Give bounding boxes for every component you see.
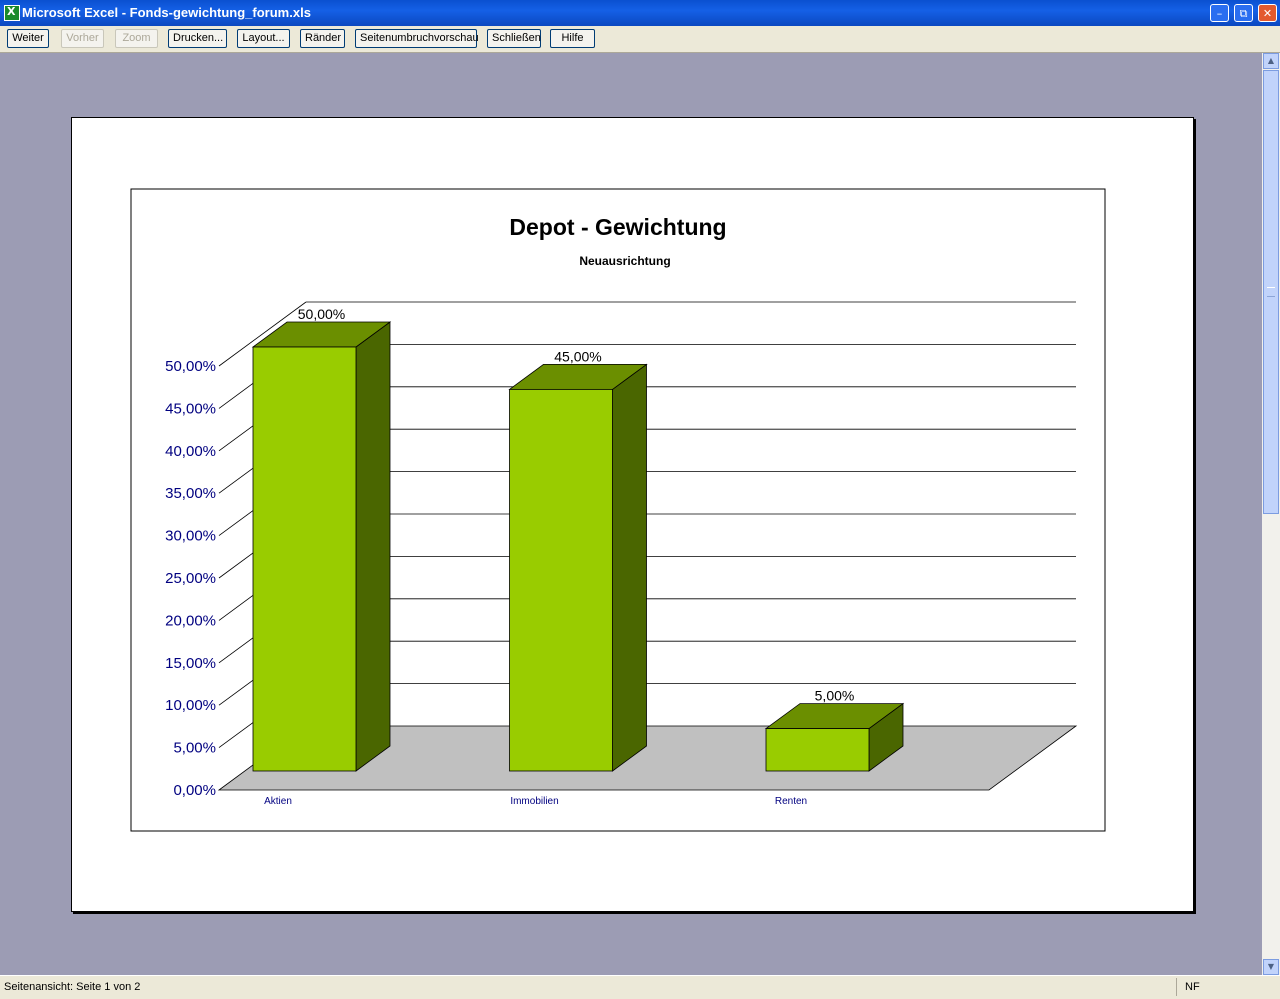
chart: Depot - Gewichtung Neuausrichtung 0,00% 5… <box>130 188 1106 832</box>
vertical-scrollbar[interactable]: ▲ ▼ <box>1262 53 1280 975</box>
bar <box>509 388 613 772</box>
minimize-button[interactable]: – <box>1210 4 1229 22</box>
bar-side <box>355 321 391 772</box>
title-bar: X Microsoft Excel - Fonds-gewichtung_for… <box>0 0 1280 26</box>
scroll-thumb[interactable] <box>1263 70 1279 514</box>
help-button[interactable]: Hilfe <box>550 29 595 48</box>
y-tick-label: 30,00% <box>165 528 216 545</box>
page-break-preview-button[interactable]: Seitenumbruchvorschau <box>355 29 479 48</box>
y-tick-label: 25,00% <box>165 570 216 587</box>
preview-page: Depot - Gewichtung Neuausrichtung 0,00% 5… <box>71 117 1194 912</box>
x-tick-label: Renten <box>775 796 807 807</box>
bar <box>252 346 357 772</box>
chart-title: Depot - Gewichtung <box>509 214 726 240</box>
window-title: Microsoft Excel - Fonds-gewichtung_forum… <box>22 5 311 20</box>
layout-button[interactable]: Layout... <box>237 29 290 48</box>
status-divider <box>1176 978 1177 996</box>
status-bar: Seitenansicht: Seite 1 von 2 NF <box>0 975 1280 999</box>
y-tick-label: 15,00% <box>165 655 216 672</box>
close-preview-button[interactable]: Schließen <box>487 29 541 48</box>
scroll-grip-icon <box>1267 287 1275 297</box>
data-label: 50,00% <box>298 306 345 322</box>
y-tick-label: 0,00% <box>173 782 216 799</box>
print-button[interactable]: Drucken... <box>168 29 227 48</box>
y-tick-label: 20,00% <box>165 612 216 629</box>
restore-button[interactable]: ⧉ <box>1234 4 1253 22</box>
margins-button[interactable]: Ränder <box>300 29 345 48</box>
scroll-down-arrow-icon[interactable]: ▼ <box>1263 959 1279 975</box>
scroll-up-arrow-icon[interactable]: ▲ <box>1263 53 1279 69</box>
data-label: 45,00% <box>554 348 601 364</box>
y-tick-label: 45,00% <box>165 400 216 417</box>
next-button[interactable]: Weiter <box>7 29 49 48</box>
bar-side <box>612 363 647 772</box>
excel-icon[interactable]: X <box>4 5 20 21</box>
y-tick-label: 35,00% <box>165 485 216 502</box>
y-tick-label: 5,00% <box>173 740 216 757</box>
close-window-button[interactable]: ✕ <box>1258 4 1277 22</box>
previous-button[interactable]: Vorher <box>61 29 104 48</box>
y-tick-label: 40,00% <box>165 443 216 460</box>
y-tick-label: 50,00% <box>165 358 216 375</box>
data-label: 5,00% <box>815 688 855 704</box>
chart-subtitle: Neuausrichtung <box>579 254 670 268</box>
x-tick-label: Aktien <box>264 796 292 807</box>
x-tick-label: Immobilien <box>510 796 558 807</box>
print-preview-toolbar: Weiter Vorher Zoom Drucken... Layout... … <box>0 26 1280 53</box>
status-indicator: NF <box>1185 981 1200 993</box>
bar <box>765 728 870 772</box>
status-text: Seitenansicht: Seite 1 von 2 <box>4 981 141 993</box>
y-tick-label: 10,00% <box>165 697 216 714</box>
zoom-button[interactable]: Zoom <box>115 29 158 48</box>
